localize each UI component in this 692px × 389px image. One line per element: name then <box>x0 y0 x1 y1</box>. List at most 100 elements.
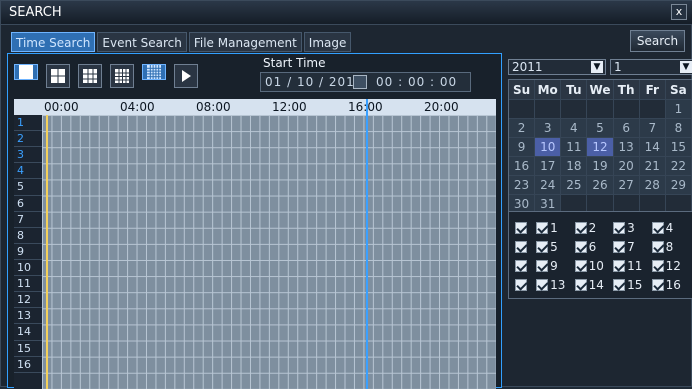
channel-selector: 1 2 3 4 5 6 7 8 9 10 11 12 13 14 15 16 <box>508 211 692 299</box>
calendar-week: 16 17 18 19 20 21 22 <box>509 157 692 176</box>
calendar-day[interactable]: 13 <box>613 138 640 157</box>
chevron-down-icon: ▼ <box>680 61 692 73</box>
close-button[interactable]: x <box>671 4 687 20</box>
checkbox-checked-icon <box>574 240 587 253</box>
calendar-day[interactable]: 18 <box>561 157 588 176</box>
channel-checkbox[interactable]: 16 <box>651 278 690 292</box>
row-label: 15 <box>14 341 42 357</box>
timeline-cursor[interactable] <box>366 99 368 389</box>
channel-row: 1 2 3 4 <box>515 218 690 237</box>
channel-checkbox[interactable]: 11 <box>613 259 651 273</box>
layout-1x1-button[interactable] <box>14 64 38 80</box>
calendar-day[interactable]: 19 <box>587 157 614 176</box>
calendar-day[interactable]: 15 <box>665 138 692 157</box>
channel-checkbox[interactable]: 1 <box>536 221 574 235</box>
channel-label: 6 <box>588 239 597 254</box>
calendar-blank <box>613 100 640 119</box>
start-time-value[interactable]: 00 : 00 : 00 <box>376 73 457 91</box>
calendar-day-recorded[interactable]: 12 <box>587 138 614 157</box>
calendar-day[interactable]: 28 <box>639 176 666 195</box>
calendar-day[interactable]: 2 <box>509 119 536 138</box>
channel-checkbox[interactable]: 4 <box>651 221 690 235</box>
window-title: SEARCH <box>9 5 62 20</box>
row-select-all[interactable] <box>515 240 536 253</box>
tick-label: 04:00 <box>120 100 155 114</box>
row-label: 4 <box>14 163 42 180</box>
layout-2x2-button[interactable] <box>46 64 70 88</box>
weekday-label: Th <box>613 80 640 100</box>
tab-image[interactable]: Image <box>303 32 352 52</box>
channel-checkbox[interactable]: 8 <box>651 240 690 254</box>
layout-5x5-button[interactable] <box>142 64 166 80</box>
tab-file-management[interactable]: File Management <box>188 32 302 52</box>
channel-checkbox[interactable]: 3 <box>613 221 651 235</box>
channel-checkbox[interactable]: 6 <box>574 239 613 254</box>
calendar-day[interactable]: 29 <box>665 176 692 195</box>
month-select[interactable]: 1 ▼ <box>610 59 692 75</box>
calendar-day[interactable]: 11 <box>561 138 588 157</box>
calendar-day[interactable]: 23 <box>509 176 536 195</box>
row-label: 7 <box>14 212 42 228</box>
calendar-blank <box>561 100 588 119</box>
tab-event-search[interactable]: Event Search <box>97 32 187 52</box>
weekday-label: Fr <box>639 80 666 100</box>
calendar-day[interactable]: 27 <box>613 176 640 195</box>
calendar-day[interactable]: 6 <box>613 119 640 138</box>
year-select[interactable]: 2011 ▼ <box>508 59 606 75</box>
calendar-day[interactable]: 4 <box>561 119 588 138</box>
channel-checkbox[interactable]: 10 <box>574 259 613 273</box>
right-panel: 2011 ▼ 1 ▼ Su Mo Tu We Th Fr Sa 1 2 3 4 … <box>506 53 692 388</box>
row-select-all[interactable] <box>515 278 536 291</box>
weekday-label: We <box>587 80 614 100</box>
calendar-day[interactable]: 1 <box>665 100 692 119</box>
start-time-field[interactable]: 01 / 10 / 2011 00 : 00 : 00 <box>260 72 471 92</box>
checkbox-checked-icon <box>651 240 664 253</box>
calendar-day[interactable]: 24 <box>535 176 562 195</box>
timeline-grid[interactable] <box>42 115 496 389</box>
calendar-day[interactable]: 22 <box>665 157 692 176</box>
channel-label: 5 <box>550 239 558 254</box>
layout-3x3-button[interactable] <box>78 64 102 88</box>
calendar-day[interactable]: 20 <box>613 157 640 176</box>
layout-3x3-icon <box>83 69 97 83</box>
layout-1x1-icon <box>19 65 33 79</box>
calendar-day-recorded[interactable]: 10 <box>535 138 562 157</box>
search-button[interactable]: Search <box>630 30 685 52</box>
calendar-day[interactable]: 9 <box>509 138 536 157</box>
calendar-day[interactable]: 3 <box>535 119 562 138</box>
calendar-icon[interactable] <box>353 75 367 89</box>
channel-checkbox[interactable]: 9 <box>536 259 574 273</box>
calendar-week: 1 <box>509 100 692 119</box>
channel-checkbox[interactable]: 12 <box>651 259 690 273</box>
channel-checkbox[interactable]: 7 <box>613 240 651 254</box>
time-search-panel: Start Time 01 / 10 / 2011 00 : 00 : 00 0… <box>7 53 502 389</box>
channel-checkbox[interactable]: 5 <box>536 240 574 254</box>
calendar-day[interactable]: 17 <box>535 157 562 176</box>
tab-time-search[interactable]: Time Search <box>11 32 96 52</box>
start-date-value[interactable]: 01 / 10 / 2011 <box>265 73 363 91</box>
row-select-all[interactable] <box>515 221 536 234</box>
calendar-day[interactable]: 21 <box>639 157 666 176</box>
layout-2x2-icon <box>51 69 65 83</box>
calendar-day[interactable]: 7 <box>639 119 666 138</box>
calendar-day[interactable]: 26 <box>587 176 614 195</box>
checkbox-checked-icon <box>651 221 664 234</box>
channel-checkbox[interactable]: 2 <box>574 221 613 235</box>
calendar-day[interactable]: 5 <box>587 119 614 138</box>
calendar-selects: 2011 ▼ 1 ▼ <box>508 59 692 75</box>
row-label: 12 <box>14 292 42 309</box>
calendar-day[interactable]: 25 <box>561 176 588 195</box>
channel-checkbox[interactable]: 14 <box>574 278 613 292</box>
timeline[interactable]: 00:00 04:00 08:00 12:00 16:00 20:00 1 2 … <box>14 99 496 389</box>
calendar-day[interactable]: 16 <box>509 157 536 176</box>
weekday-label: Tu <box>561 80 588 100</box>
channel-checkbox[interactable]: 15 <box>613 278 651 292</box>
checkbox-checked-icon <box>651 259 664 272</box>
play-button[interactable] <box>174 64 198 88</box>
layout-4x4-button[interactable] <box>110 64 134 88</box>
calendar-day[interactable]: 8 <box>665 119 692 138</box>
channel-checkbox[interactable]: 13 <box>536 278 574 292</box>
calendar-day[interactable]: 14 <box>639 138 666 157</box>
row-select-all[interactable] <box>515 259 536 272</box>
timeline-header: 00:00 04:00 08:00 12:00 16:00 20:00 <box>14 99 496 115</box>
